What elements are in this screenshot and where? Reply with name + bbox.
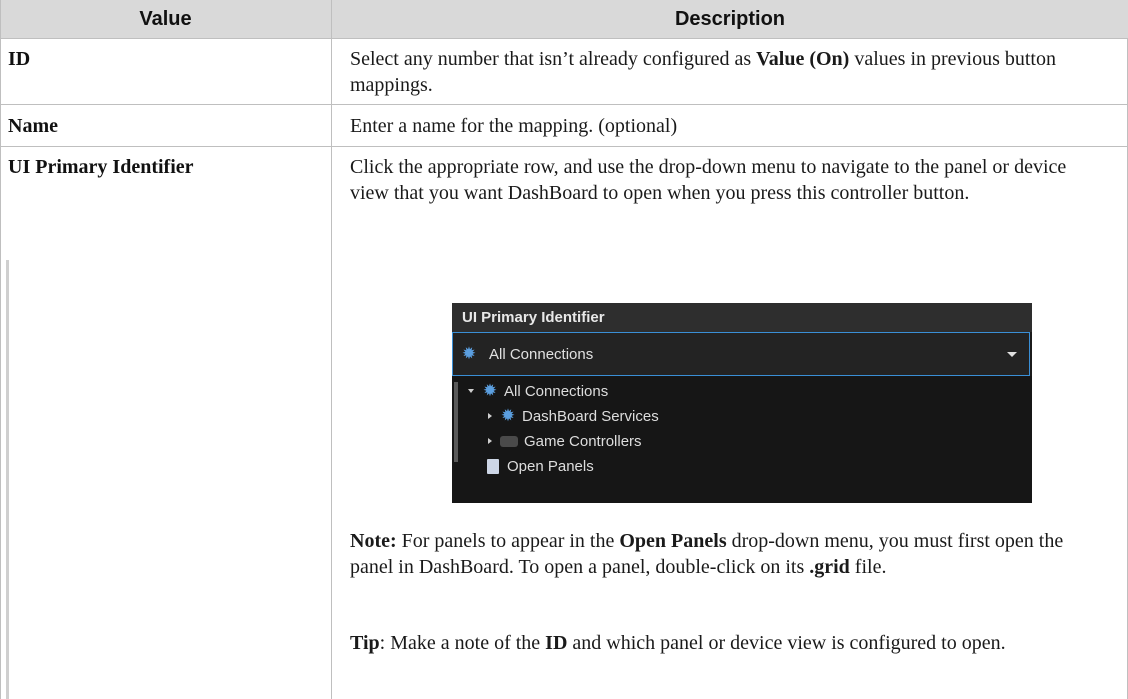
- row-divider: [0, 38, 1128, 39]
- tip-bold: ID: [545, 632, 568, 654]
- tree-item-dashboard-services[interactable]: ✹ DashBoard Services: [488, 404, 659, 428]
- row-continuation-bar: [6, 260, 9, 699]
- ui-primary-identifier-screenshot: UI Primary Identifier ✹ All Connections …: [452, 303, 1032, 503]
- tree-item-game-controllers[interactable]: Game Controllers: [488, 429, 642, 453]
- collapse-toggle-icon[interactable]: [488, 413, 492, 419]
- header-value: Value: [0, 0, 331, 38]
- tree-item-label: Game Controllers: [524, 432, 642, 450]
- tree-item-label: DashBoard Services: [522, 407, 659, 425]
- row-key-id: ID: [8, 48, 31, 70]
- expand-toggle-icon[interactable]: [468, 389, 474, 393]
- row-key-name: Name: [8, 115, 58, 137]
- page-icon: [487, 458, 499, 474]
- note-bold: .grid: [809, 556, 850, 578]
- connection-tree: ✹ All Connections ✹ DashBoard Services G…: [452, 376, 1032, 503]
- screenshot-title: UI Primary Identifier: [452, 303, 1032, 332]
- collapse-toggle-icon[interactable]: [488, 438, 492, 444]
- row-key-ui-primary-identifier: UI Primary Identifier: [8, 156, 194, 178]
- tip-text: : Make a note of the: [379, 632, 546, 654]
- identifier-dropdown[interactable]: ✹ All Connections: [452, 332, 1030, 376]
- header-description: Description: [332, 0, 1128, 38]
- note-text: file.: [849, 556, 887, 578]
- row-divider: [0, 146, 1128, 147]
- tip-paragraph: Tip: Make a note of the ID and which pan…: [350, 630, 1110, 656]
- note-paragraph: Note: For panels to appear in the Open P…: [350, 528, 1110, 580]
- row-desc-id: Select any number that isn’t already con…: [350, 46, 1110, 98]
- note-label: Note:: [350, 530, 397, 552]
- desc-bold: Value (On): [756, 48, 850, 70]
- gear-icon: ✹: [461, 344, 477, 363]
- dropdown-selected: All Connections: [489, 345, 594, 363]
- gear-icon: ✹: [482, 381, 498, 400]
- row-desc-ui-primary-identifier: Click the appropriate row, and use the d…: [350, 156, 1067, 204]
- tree-item-label: Open Panels: [507, 457, 594, 475]
- gamepad-icon: [500, 435, 518, 447]
- tree-item-open-panels[interactable]: Open Panels: [487, 454, 594, 478]
- desc-text: Select any number that isn’t already con…: [350, 48, 757, 70]
- row-divider: [0, 104, 1128, 105]
- note-text: For panels to appear in the: [396, 530, 620, 552]
- tip-label: Tip: [350, 632, 380, 654]
- tree-item-label: All Connections: [504, 382, 609, 400]
- gear-icon: ✹: [500, 406, 516, 425]
- tip-text: and which panel or device view is config…: [567, 632, 1006, 654]
- tree-item-all-connections[interactable]: ✹ All Connections: [468, 379, 608, 403]
- note-bold: Open Panels: [619, 530, 727, 552]
- chevron-down-icon[interactable]: [1007, 352, 1017, 357]
- tree-scrollbar[interactable]: [454, 382, 458, 462]
- row-desc-name: Enter a name for the mapping. (optional): [350, 115, 678, 137]
